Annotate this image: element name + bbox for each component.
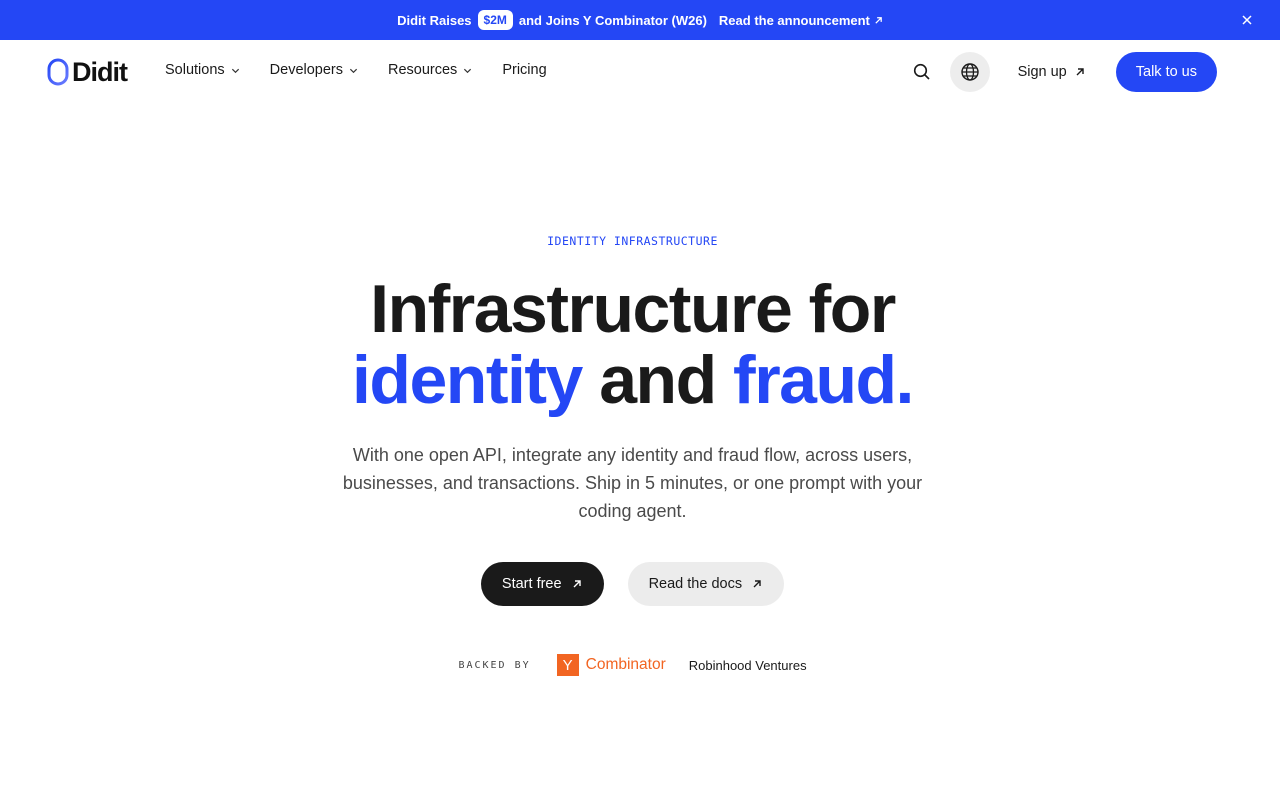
globe-icon xyxy=(960,63,979,81)
nav-item-label: Resources xyxy=(388,62,458,78)
hero-subtitle: With one open API, integrate any identit… xyxy=(342,445,923,521)
announcement-suffix: and Joins Y Combinator (W26) xyxy=(518,12,707,28)
hero-headline: Infrastructure for identity and fraud. xyxy=(0,274,1265,416)
start-free-label: Start free xyxy=(501,576,562,592)
nav-item-solutions[interactable]: Solutions xyxy=(165,62,240,78)
headline-fraud: fraud. xyxy=(733,342,914,418)
talk-to-us-label: Talk to us xyxy=(1135,64,1197,80)
chevron-down-icon xyxy=(231,68,239,73)
nav-item-label: Pricing xyxy=(502,62,547,78)
read-docs-button[interactable]: Read the docs xyxy=(627,562,785,606)
hero-eyebrow: IDENTITY INFRASTRUCTURE xyxy=(547,234,718,248)
chevron-down-icon xyxy=(349,68,358,73)
signup-link[interactable]: Sign up xyxy=(1018,64,1085,80)
didit-logo-icon xyxy=(47,58,69,86)
logo-text: Didit xyxy=(72,56,128,87)
backed-by: BACKED BY Y Combinator Robinhood Venture… xyxy=(0,654,1265,676)
yc-logo: Y Combinator xyxy=(556,654,666,676)
hero-cta-row: Start free Read the docs xyxy=(0,562,1265,606)
logo[interactable]: Didit xyxy=(47,56,128,88)
nav-item-label: Developers xyxy=(269,62,343,78)
nav-item-pricing[interactable]: Pricing xyxy=(502,62,546,78)
nav-item-developers[interactable]: Developers xyxy=(270,62,358,78)
nav-menu: Solutions Developers Resources Pricing xyxy=(165,62,547,78)
start-free-button[interactable]: Start free xyxy=(480,562,604,606)
nav-item-label: Solutions xyxy=(165,62,225,78)
search-icon xyxy=(913,63,930,80)
search-button[interactable] xyxy=(902,52,942,92)
arrow-up-right-icon xyxy=(573,580,581,588)
read-docs-label: Read the docs xyxy=(648,576,743,592)
robinhood-ventures-logo: Robinhood Ventures xyxy=(688,657,807,673)
announcement-prefix: Didit Raises xyxy=(397,12,472,28)
arrow-up-right-icon xyxy=(875,16,882,24)
language-button[interactable] xyxy=(949,52,990,92)
nav-item-resources[interactable]: Resources xyxy=(388,62,472,78)
backed-by-label: BACKED BY xyxy=(458,659,531,671)
headline-line1: Infrastructure for xyxy=(370,271,896,347)
announcement-link[interactable]: Read the announcement xyxy=(719,13,883,28)
arrow-up-right-icon xyxy=(1076,68,1084,76)
announcement-bar: Didit Raises $2M and Joins Y Combinator … xyxy=(0,0,1280,40)
announcement-badge: $2M xyxy=(477,10,513,30)
close-icon[interactable] xyxy=(1240,13,1254,27)
headline-identity: identity xyxy=(352,342,583,418)
signup-label: Sign up xyxy=(1017,64,1067,80)
chevron-down-icon xyxy=(464,68,472,73)
main-nav: Didit Solutions Developers Resources Pri… xyxy=(0,40,1280,104)
announcement-link-label: Read the announcement xyxy=(718,12,870,28)
talk-to-us-button[interactable]: Talk to us xyxy=(1115,52,1217,92)
yc-mark: Y xyxy=(556,654,579,676)
yc-wordmark: Combinator xyxy=(585,656,666,673)
headline-and: and xyxy=(599,342,717,418)
nav-actions: Sign up Talk to us xyxy=(902,52,1217,92)
arrow-up-right-icon xyxy=(753,580,761,588)
